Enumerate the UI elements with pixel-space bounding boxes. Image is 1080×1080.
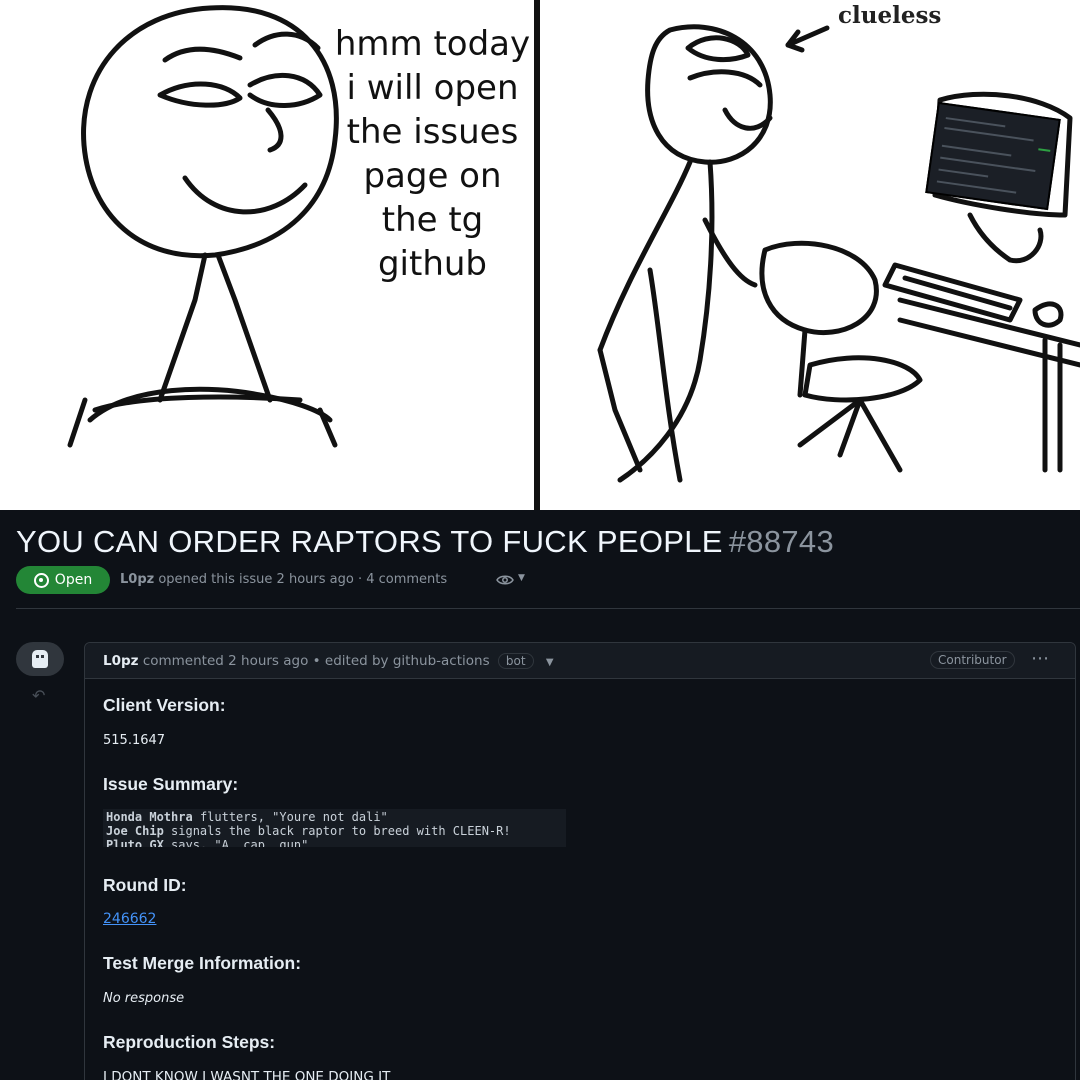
log-line: Pluto GX says, "A. cap. gun" xyxy=(106,838,309,847)
issue-state-label: Open xyxy=(54,572,93,588)
issue-open-icon xyxy=(33,572,49,588)
left-caption: hmm today i will open the issues page on… xyxy=(334,24,531,284)
comment-header: L0pz commented 2 hours ago • edited by g… xyxy=(85,643,1075,679)
contributor-badge: Contributor xyxy=(930,651,1015,669)
issue-summary-log: Honda Mothra flutters, "Youre not dali" … xyxy=(103,809,566,847)
monitor-screen-github xyxy=(925,101,1061,211)
stickman-at-computer-drawing xyxy=(597,24,1080,483)
reproduction-steps-heading: Reproduction Steps: xyxy=(103,1032,276,1052)
avatar[interactable] xyxy=(16,642,64,676)
comic-panel-right: clueless xyxy=(540,0,1080,510)
issue-number: #88743 xyxy=(728,524,834,559)
issue-state-badge: Open xyxy=(16,566,110,594)
log-line: Joe Chip signals the black raptor to bre… xyxy=(106,824,511,838)
issue-meta: L0pz opened this issue 2 hours ago · 4 c… xyxy=(120,572,447,587)
chevron-down-icon: ▼ xyxy=(518,573,525,583)
round-id-link[interactable]: 246662 xyxy=(103,911,156,927)
client-version-value: 515.1647 xyxy=(103,733,166,748)
issue-title-text: YOU CAN ORDER RAPTORS TO FUCK PEOPLE xyxy=(16,524,723,559)
ghost-avatar-icon xyxy=(32,650,48,668)
header-divider xyxy=(16,608,1080,609)
test-merge-heading: Test Merge Information: xyxy=(103,953,302,973)
issue-summary-heading: Issue Summary: xyxy=(103,774,239,794)
reproduction-steps-value: I DONT KNOW I WASNT THE ONE DOING IT xyxy=(103,1069,391,1080)
bot-badge: bot xyxy=(497,653,534,669)
comment-author-link[interactable]: L0pz xyxy=(103,653,139,669)
clueless-label: clueless xyxy=(838,2,942,29)
comment-info: L0pz commented 2 hours ago • edited by g… xyxy=(103,653,554,669)
issue-meta-text: opened this issue 2 hours ago · 4 commen… xyxy=(158,572,448,587)
comic-strip: hmm today i will open the issues page on… xyxy=(0,0,1080,512)
client-version-heading: Client Version: xyxy=(103,695,226,715)
reply-icon: ↶ xyxy=(32,686,46,705)
watch-dropdown[interactable]: ▼ xyxy=(496,573,530,589)
round-id-heading: Round ID: xyxy=(103,875,187,895)
issue-title: YOU CAN ORDER RAPTORS TO FUCK PEOPLE #887… xyxy=(16,524,834,560)
github-issue-screenshot: YOU CAN ORDER RAPTORS TO FUCK PEOPLE #887… xyxy=(0,510,1080,1080)
eye-icon xyxy=(496,575,514,585)
more-options-icon[interactable]: ⋯ xyxy=(1031,648,1050,669)
comment-box: L0pz commented 2 hours ago • edited by g… xyxy=(84,642,1076,1080)
comic-panel-left: hmm today i will open the issues page on… xyxy=(0,0,535,510)
issue-author-link[interactable]: L0pz xyxy=(120,572,154,587)
test-merge-value: No response xyxy=(103,991,185,1006)
comment-header-text: commented 2 hours ago • edited by github… xyxy=(142,653,490,669)
log-line: Honda Mothra flutters, "Youre not dali" xyxy=(106,810,388,824)
edit-history-chevron-icon[interactable]: ▼ xyxy=(546,657,554,668)
